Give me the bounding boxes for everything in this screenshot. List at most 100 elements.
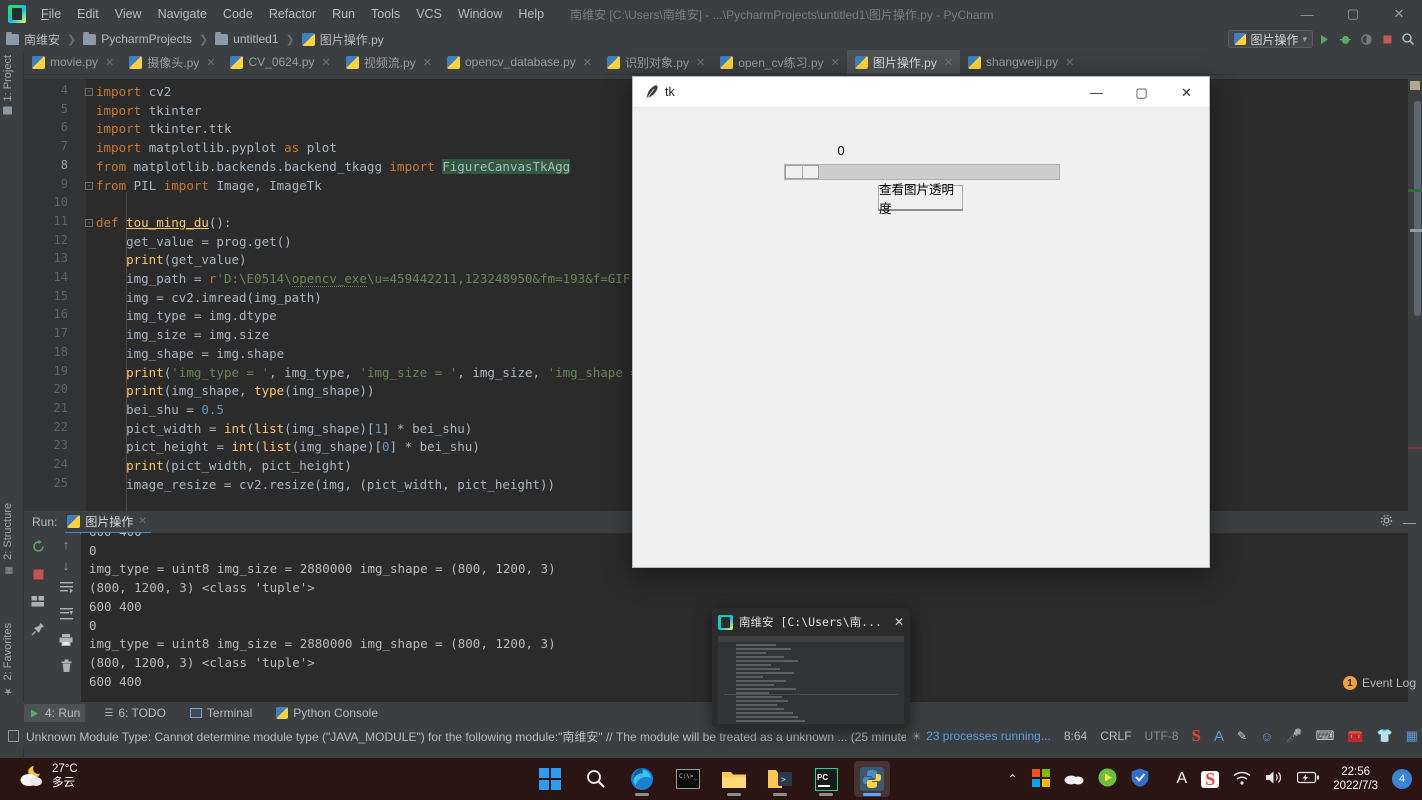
taskbar-clock[interactable]: 22:56 2022/7/3 xyxy=(1333,765,1378,793)
editor-tab-videostream[interactable]: 视频流.py ✕ xyxy=(338,50,439,74)
onedrive-icon[interactable] xyxy=(1064,771,1084,788)
run-configuration-selector[interactable]: 图片操作 ▾ xyxy=(1228,30,1313,48)
code-line[interactable]: img_type = img.dtype xyxy=(96,307,277,326)
close-icon[interactable]: ✕ xyxy=(831,56,840,69)
console-scrollbar[interactable] xyxy=(1408,533,1422,718)
taskbar-weather-widget[interactable]: 27°C 多云 xyxy=(18,762,78,790)
mic-icon[interactable]: 🎤 xyxy=(1286,728,1302,744)
sogou-icon[interactable]: S xyxy=(1192,726,1201,746)
breadcrumb-item-0[interactable]: 南维安 xyxy=(6,31,60,48)
close-icon[interactable]: ✕ xyxy=(423,56,432,69)
scroll-down-icon[interactable]: ↓ xyxy=(63,560,70,571)
fold-icon[interactable]: - xyxy=(85,182,93,190)
scroll-to-end-icon[interactable] xyxy=(59,607,74,623)
breadcrumb-item-3[interactable]: 图片操作.py xyxy=(302,31,384,48)
soft-wrap-icon[interactable] xyxy=(59,581,74,597)
caret-position[interactable]: 8:64 xyxy=(1064,729,1087,743)
code-line[interactable]: img_shape = img.shape xyxy=(96,345,284,364)
code-line[interactable]: img_size = img.size xyxy=(96,326,269,345)
edge-button[interactable] xyxy=(624,761,660,797)
terminal-button[interactable]: C:\>_ xyxy=(670,761,706,797)
close-icon[interactable]: ✕ xyxy=(696,56,705,69)
editor-tab-shangweiji[interactable]: shangweiji.py ✕ xyxy=(960,50,1081,74)
python-button[interactable] xyxy=(854,761,890,797)
shield-security-icon[interactable] xyxy=(1131,768,1149,790)
code-line[interactable]: img_path = r'D:\E0514\opencv_exe\u=45944… xyxy=(96,270,668,289)
marker-warning[interactable] xyxy=(1410,81,1420,90)
gear-icon[interactable] xyxy=(1380,514,1393,530)
keyboard-icon[interactable]: ⌨ xyxy=(1316,728,1335,744)
menu-vcs[interactable]: VCS xyxy=(408,4,450,24)
taskbar-thumbnail-preview[interactable]: 南维安 [C:\Users\南... ✕ xyxy=(712,608,910,728)
close-icon[interactable]: ✕ xyxy=(322,56,331,69)
processes-indicator[interactable]: ✳ 23 processes running... xyxy=(912,729,1051,743)
fold-icon[interactable]: - xyxy=(85,88,93,96)
line-separator[interactable]: CRLF xyxy=(1100,729,1131,743)
start-button[interactable] xyxy=(532,761,568,797)
search-icon[interactable] xyxy=(1398,29,1418,49)
close-button[interactable]: ✕ xyxy=(1376,0,1422,28)
code-line[interactable]: print(get_value) xyxy=(96,251,247,270)
wifi-icon[interactable] xyxy=(1233,771,1251,788)
file-explorer-button[interactable] xyxy=(716,761,752,797)
code-line[interactable]: import tkinter xyxy=(96,102,201,121)
close-icon[interactable]: ✕ xyxy=(105,56,114,69)
media-player-icon[interactable] xyxy=(1098,768,1117,790)
menu-window[interactable]: Window xyxy=(450,4,510,24)
editor-scrollbar-thumb[interactable] xyxy=(1414,101,1421,316)
tool-button-terminal[interactable]: Terminal xyxy=(185,704,257,722)
code-line[interactable]: import tkinter.ttk xyxy=(96,120,231,139)
menu-file[interactable]: File xyxy=(33,4,69,24)
run-tab[interactable]: 图片操作 ✕ xyxy=(65,511,150,534)
close-icon[interactable]: ✕ xyxy=(583,56,592,69)
sidebar-item-favorites[interactable]: ★ 2: Favorites xyxy=(2,623,14,696)
editor-tab-cv0624[interactable]: CV_0624.py ✕ xyxy=(222,50,337,74)
grid-icon[interactable]: ▦ xyxy=(1406,728,1418,744)
menu-edit[interactable]: Edit xyxy=(69,4,107,24)
keyboard-A-icon[interactable]: A xyxy=(1214,728,1224,745)
rerun-icon[interactable] xyxy=(31,539,46,557)
ime-A-icon[interactable]: A xyxy=(1177,770,1188,788)
menu-tools[interactable]: Tools xyxy=(363,4,408,24)
fold-icon[interactable]: - xyxy=(85,219,93,227)
code-line[interactable]: get_value = prog.get() xyxy=(96,233,292,252)
menu-run[interactable]: Run xyxy=(324,4,363,24)
editor-tab-opencv-practice[interactable]: open_cv练习.py ✕ xyxy=(712,50,847,74)
tool-button-todo[interactable]: ☰ 6: TODO xyxy=(99,704,171,722)
code-line[interactable]: from matplotlib.backends.backend_tkagg i… xyxy=(96,158,570,177)
editor-marker-scrollbar[interactable] xyxy=(1408,79,1422,511)
pen-icon[interactable]: ✎ xyxy=(1237,729,1247,743)
tray-expand-chevron-icon[interactable]: ⌃ xyxy=(1007,772,1017,786)
sidebar-item-structure[interactable]: ▦ 2: Structure xyxy=(2,503,14,575)
menu-navigate[interactable]: Navigate xyxy=(150,4,215,24)
coverage-icon[interactable] xyxy=(1356,29,1376,49)
code-line[interactable]: image_resize = cv2.resize(img, (pict_wid… xyxy=(96,476,555,495)
folder-tool-button[interactable]: > xyxy=(762,761,798,797)
tk-minimize-button[interactable]: — xyxy=(1074,77,1119,108)
code-line[interactable]: print(pict_width, pict_height) xyxy=(96,457,352,476)
menu-help[interactable]: Help xyxy=(510,4,552,24)
status-message[interactable]: Unknown Module Type: Cannot determine mo… xyxy=(26,728,906,745)
editor-tab-camera[interactable]: 摄像头.py ✕ xyxy=(121,50,222,74)
sogou-tray-icon[interactable]: S xyxy=(1201,771,1219,788)
maximize-button[interactable]: ▢ xyxy=(1330,0,1376,28)
emoji-icon[interactable]: ☺ xyxy=(1260,729,1273,744)
code-line[interactable]: pict_height = int(list(img_shape)[0] * b… xyxy=(96,438,480,457)
tool-button-python-console[interactable]: Python Console xyxy=(271,704,383,722)
pin-icon[interactable] xyxy=(31,622,45,639)
close-icon[interactable]: ✕ xyxy=(138,516,146,527)
search-button[interactable] xyxy=(578,761,614,797)
scroll-up-icon[interactable]: ↑ xyxy=(63,539,70,550)
editor-tab-image-ops[interactable]: 图片操作.py ✕ xyxy=(847,50,960,74)
close-icon[interactable]: ✕ xyxy=(944,56,953,69)
code-line[interactable]: img = cv2.imread(img_path) xyxy=(96,289,322,308)
close-icon[interactable]: ✕ xyxy=(206,56,215,69)
debug-icon[interactable] xyxy=(1335,29,1355,49)
event-log-button[interactable]: 1 Event Log xyxy=(1343,676,1416,690)
pycharm-button[interactable]: PC xyxy=(808,761,844,797)
print-icon[interactable] xyxy=(59,633,73,649)
breadcrumb-item-1[interactable]: PycharmProjects xyxy=(83,32,192,46)
tk-maximize-button[interactable]: ▢ xyxy=(1119,77,1164,108)
minimize-button[interactable]: — xyxy=(1284,0,1330,28)
code-line[interactable]: print('img_type = ', img_type, 'img_size… xyxy=(96,364,691,383)
